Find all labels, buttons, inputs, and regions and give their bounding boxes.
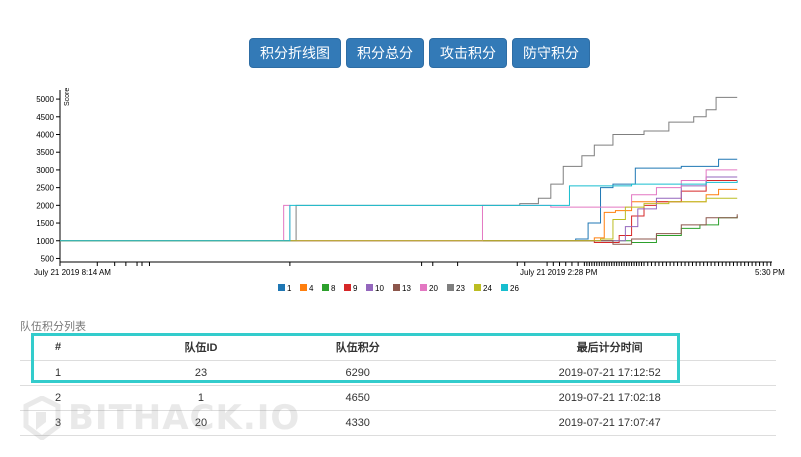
table-header-row: # 队伍ID 队伍积分 最后计分时间 bbox=[20, 334, 776, 361]
series-line-1 bbox=[60, 158, 738, 242]
x-tick-label: July 21 2019 2:28 PM bbox=[520, 268, 598, 277]
team-score-table: # 队伍ID 队伍积分 最后计分时间 1 23 6290 2019-07-21 … bbox=[20, 334, 776, 436]
legend-label-26: 26 bbox=[510, 284, 519, 293]
tab-total-score[interactable]: 积分总分 bbox=[346, 38, 424, 68]
y-axis-label: Score bbox=[64, 88, 71, 106]
legend-label-24: 24 bbox=[483, 284, 492, 293]
series-line-10 bbox=[60, 176, 738, 242]
legend-label-10: 10 bbox=[375, 284, 384, 293]
series-line-13 bbox=[60, 214, 738, 245]
y-tick-label: 4500 bbox=[36, 113, 54, 122]
cell-rank: 2 bbox=[20, 385, 130, 411]
table-row: 3 20 4330 2019-07-21 17:07:47 bbox=[20, 410, 776, 436]
x-tick-label: 5:30 PM bbox=[755, 268, 785, 277]
score-line-chart: 500 1000 1500 2000 2500 3000 3500 4000 4500 5000 S… bbox=[34, 88, 785, 293]
legend-label-4: 4 bbox=[309, 284, 314, 293]
cell-team-score: 4330 bbox=[272, 410, 444, 436]
table-row: 1 23 6290 2019-07-21 17:12:52 bbox=[20, 360, 776, 386]
legend-label-1: 1 bbox=[287, 284, 292, 293]
header-team-score: 队伍积分 bbox=[272, 334, 444, 361]
cell-last-score-time: 2019-07-21 17:12:52 bbox=[443, 360, 776, 386]
series-line-4 bbox=[60, 188, 738, 242]
y-tick-label: 3500 bbox=[36, 148, 54, 157]
y-tick-label: 5000 bbox=[36, 95, 54, 104]
y-tick-label: 2000 bbox=[36, 201, 54, 210]
cell-team-id: 23 bbox=[129, 360, 273, 386]
cell-rank: 1 bbox=[20, 360, 130, 386]
cell-last-score-time: 2019-07-21 17:07:47 bbox=[443, 410, 776, 436]
legend-label-20: 20 bbox=[429, 284, 438, 293]
tab-defense-score[interactable]: 防守积分 bbox=[512, 38, 590, 68]
legend-swatch-13 bbox=[393, 284, 400, 291]
y-tick-label: 4000 bbox=[36, 131, 54, 140]
legend-swatch-10 bbox=[366, 284, 373, 291]
cell-rank: 3 bbox=[20, 410, 130, 436]
cell-team-id: 20 bbox=[129, 410, 273, 436]
table-caption: 队伍积分列表 bbox=[20, 321, 86, 333]
cell-team-score: 4650 bbox=[272, 385, 444, 411]
legend-swatch-8 bbox=[322, 284, 329, 291]
legend-label-9: 9 bbox=[353, 284, 358, 293]
series-line-24 bbox=[60, 197, 738, 242]
series-line-9 bbox=[60, 180, 738, 244]
legend-swatch-4 bbox=[300, 284, 307, 291]
series-line-26 bbox=[60, 180, 738, 242]
tab-score-line-chart[interactable]: 积分折线图 bbox=[249, 38, 341, 68]
legend-swatch-26 bbox=[501, 284, 508, 291]
score-tab-group: 积分折线图 积分总分 攻击积分 防守积分 bbox=[249, 38, 590, 68]
legend-label-13: 13 bbox=[402, 284, 411, 293]
header-last-score-time: 最后计分时间 bbox=[443, 334, 776, 361]
y-tick-label: 2500 bbox=[36, 184, 54, 193]
y-tick-label: 1000 bbox=[36, 237, 54, 246]
legend-swatch-9 bbox=[344, 284, 351, 291]
header-team-id: 队伍ID bbox=[129, 334, 273, 361]
y-tick-label: 500 bbox=[41, 254, 55, 263]
table-row: 2 1 4650 2019-07-21 17:02:18 bbox=[20, 385, 776, 411]
y-tick-label: 1500 bbox=[36, 219, 54, 228]
legend-swatch-1 bbox=[278, 284, 285, 291]
cell-last-score-time: 2019-07-21 17:02:18 bbox=[443, 385, 776, 411]
header-rank: # bbox=[20, 334, 130, 361]
legend-label-8: 8 bbox=[331, 284, 336, 293]
legend-swatch-24 bbox=[474, 284, 481, 291]
y-tick-label: 3000 bbox=[36, 166, 54, 175]
cell-team-score: 6290 bbox=[272, 360, 444, 386]
x-tick-label: July 21 2019 8:14 AM bbox=[34, 268, 111, 277]
tab-attack-score[interactable]: 攻击积分 bbox=[429, 38, 507, 68]
legend-label-23: 23 bbox=[456, 284, 465, 293]
legend-swatch-20 bbox=[420, 284, 427, 291]
cell-team-id: 1 bbox=[129, 385, 273, 411]
legend-swatch-23 bbox=[447, 284, 454, 291]
